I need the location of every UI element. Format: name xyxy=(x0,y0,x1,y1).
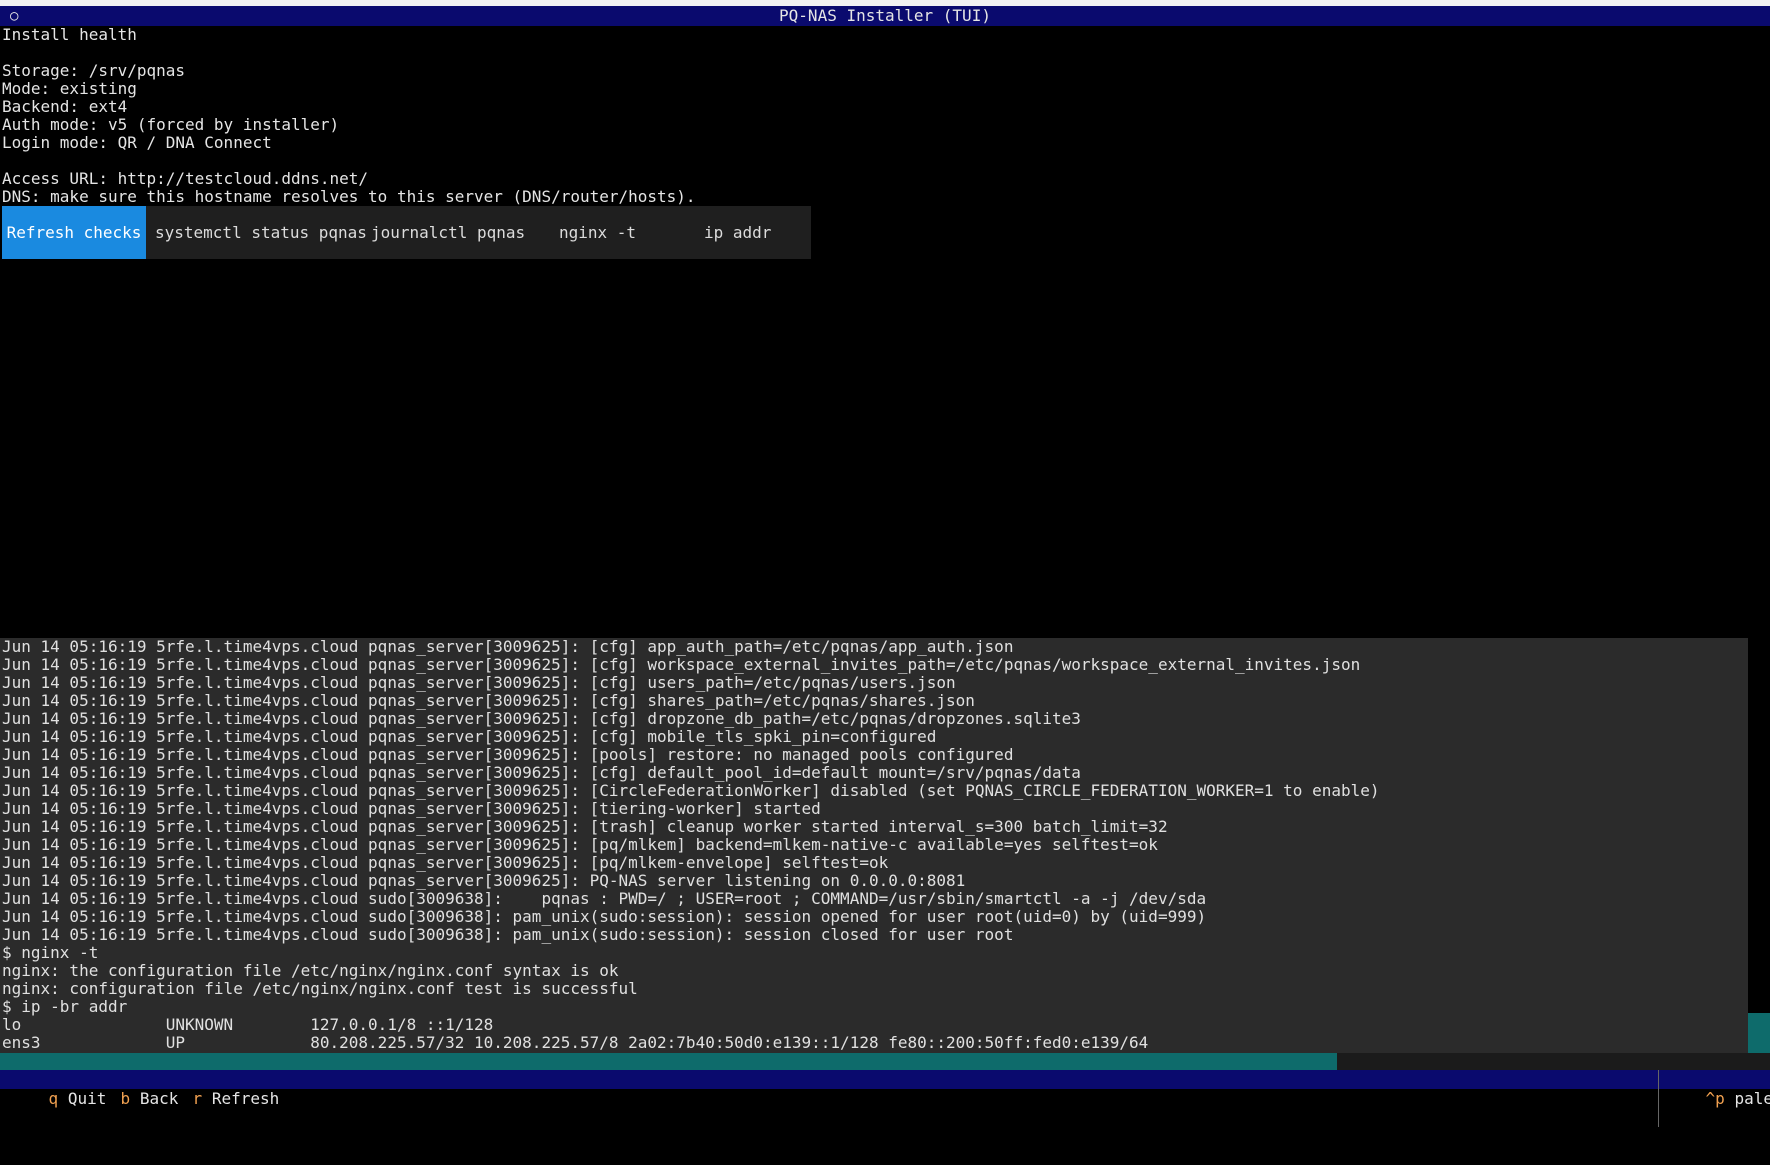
log-line: Jun 14 05:16:19 5rfe.l.time4vps.cloud pq… xyxy=(2,745,1014,764)
log-line: Jun 14 05:16:19 5rfe.l.time4vps.cloud pq… xyxy=(2,853,889,872)
log-line: Jun 14 05:16:19 5rfe.l.time4vps.cloud su… xyxy=(2,925,1014,944)
login-mode-line: Login mode: QR / DNA Connect xyxy=(2,133,272,152)
log-line: Jun 14 05:16:19 5rfe.l.time4vps.cloud pq… xyxy=(2,799,821,818)
status-bar: q Quit b Back r Refresh ^p palette xyxy=(0,1070,1770,1127)
refresh-label: Refresh xyxy=(211,1089,280,1108)
quit-key: q xyxy=(48,1089,59,1108)
vertical-scrollbar-thumb[interactable] xyxy=(1748,1013,1770,1053)
log-line: Jun 14 05:16:19 5rfe.l.time4vps.cloud pq… xyxy=(2,781,1380,800)
log-line: lo UNKNOWN 127.0.0.1/8 ::1/128 xyxy=(2,1015,494,1034)
refresh-key: r xyxy=(192,1089,203,1108)
log-line: Jun 14 05:16:19 5rfe.l.time4vps.cloud pq… xyxy=(2,691,975,710)
section-heading: Install health xyxy=(2,25,137,44)
log-line: Jun 14 05:16:19 5rfe.l.time4vps.cloud pq… xyxy=(2,835,1158,854)
log-line: Jun 14 05:16:19 5rfe.l.time4vps.cloud pq… xyxy=(2,817,1168,836)
auth-mode-line: Auth mode: v5 (forced by installer) xyxy=(2,115,340,134)
log-line: ens3 UP 80.208.225.57/32 10.208.225.57/8… xyxy=(2,1033,1149,1052)
log-line: nginx: configuration file /etc/nginx/ngi… xyxy=(2,979,638,998)
nginx-test-button[interactable]: nginx -t xyxy=(559,206,636,259)
refresh-shortcut[interactable]: r Refresh xyxy=(154,1070,280,1127)
log-line: $ ip -br addr xyxy=(2,997,128,1016)
window-indicator-icon: ○ xyxy=(10,8,19,24)
mode-line: Mode: existing xyxy=(2,79,137,98)
back-key: b xyxy=(120,1089,131,1108)
palette-label: palette xyxy=(1734,1089,1770,1108)
window-title: PQ-NAS Installer (TUI) xyxy=(779,6,991,25)
action-button-bar: Refresh checks systemctl status pqnas jo… xyxy=(2,206,811,259)
dns-note-line: DNS: make sure this hostname resolves to… xyxy=(2,187,696,206)
log-line: $ nginx -t xyxy=(2,943,99,962)
systemctl-status-button[interactable]: systemctl status pqnas xyxy=(155,206,367,259)
log-line: Jun 14 05:16:19 5rfe.l.time4vps.cloud pq… xyxy=(2,871,966,890)
storage-line: Storage: /srv/pqnas xyxy=(2,61,186,80)
log-line: nginx: the configuration file /etc/nginx… xyxy=(2,961,619,980)
palette-shortcut[interactable]: ^p palette xyxy=(1658,1070,1770,1127)
palette-key: ^p xyxy=(1705,1089,1725,1108)
log-line: Jun 14 05:16:19 5rfe.l.time4vps.cloud pq… xyxy=(2,637,1014,656)
log-line: Jun 14 05:16:19 5rfe.l.time4vps.cloud pq… xyxy=(2,655,1361,674)
title-bar: ○ PQ-NAS Installer (TUI) xyxy=(0,6,1770,26)
log-line: Jun 14 05:16:19 5rfe.l.time4vps.cloud pq… xyxy=(2,763,1081,782)
log-line: Jun 14 05:16:19 5rfe.l.time4vps.cloud su… xyxy=(2,907,1207,926)
log-output-panel[interactable]: Jun 14 05:16:19 5rfe.l.time4vps.cloud pq… xyxy=(0,638,1748,1053)
log-line: Jun 14 05:16:19 5rfe.l.time4vps.cloud pq… xyxy=(2,673,956,692)
journalctl-button[interactable]: journalctl pqnas xyxy=(371,206,525,259)
backend-line: Backend: ext4 xyxy=(2,97,128,116)
horizontal-scrollbar-thumb[interactable] xyxy=(0,1053,1337,1070)
access-url-line: Access URL: http://testcloud.ddns.net/ xyxy=(2,169,369,188)
ip-addr-button[interactable]: ip addr xyxy=(704,206,771,259)
log-line: Jun 14 05:16:19 5rfe.l.time4vps.cloud su… xyxy=(2,889,1207,908)
log-line: Jun 14 05:16:19 5rfe.l.time4vps.cloud pq… xyxy=(2,727,937,746)
refresh-checks-button[interactable]: Refresh checks xyxy=(2,206,146,259)
log-line: Jun 14 05:16:19 5rfe.l.time4vps.cloud pq… xyxy=(2,709,1081,728)
